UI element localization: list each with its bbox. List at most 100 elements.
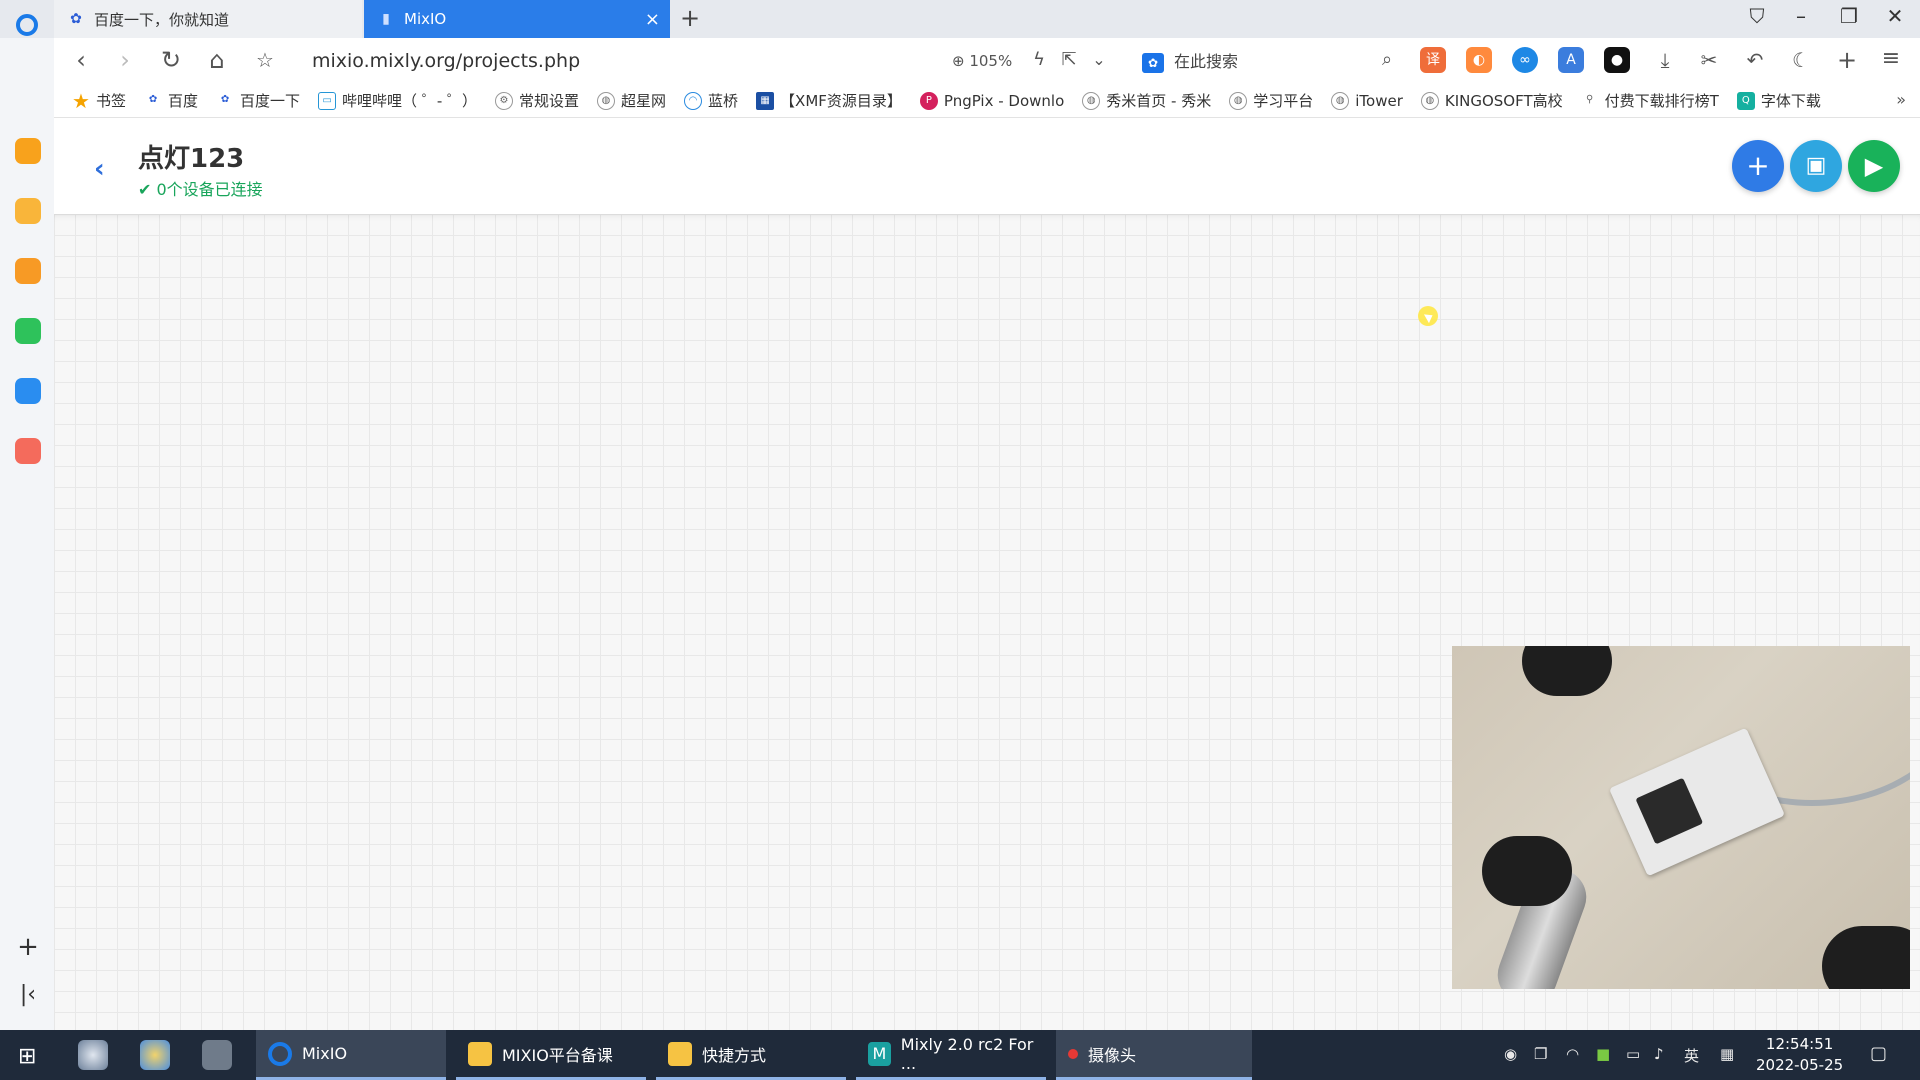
bookmark-label: 书签 <box>96 92 127 110</box>
search-box[interactable]: ✿ 在此搜索 <box>1142 48 1238 73</box>
pngpix-icon: P <box>919 91 938 110</box>
bookmark-item[interactable]: ◍ 学习平台 <box>1229 90 1313 111</box>
night-mode-icon[interactable]: ☾ <box>1786 48 1816 72</box>
check-circle-icon: ✔ <box>138 180 157 199</box>
microcontroller-chip <box>1635 777 1704 845</box>
pinned-paint-icon[interactable] <box>140 1040 170 1070</box>
browser-logo-icon[interactable] <box>16 14 38 36</box>
task-label: 快捷方式 <box>702 1045 767 1065</box>
bookmark-item[interactable]: ◍ 秀米首页 - 秀米 <box>1082 90 1211 111</box>
bookmark-item[interactable]: Q 字体下载 <box>1736 90 1821 111</box>
bookmark-item[interactable]: ⚲ 付费下载排行榜T <box>1581 90 1719 111</box>
tab-baidu[interactable]: ✿ 百度一下，你就知道 <box>54 0 362 38</box>
taskbar-item-mixly[interactable]: M Mixly 2.0 rc2 For ... <box>856 1030 1046 1080</box>
volume-icon[interactable]: ♪ <box>1654 1045 1664 1063</box>
save-button[interactable]: ▣ <box>1790 140 1842 192</box>
bookmark-label: KINGOSOFT高校 <box>1444 92 1563 110</box>
ime-indicator[interactable]: 英 <box>1684 1045 1699 1066</box>
battery-icon[interactable]: ▭ <box>1626 1045 1640 1063</box>
search-app-icon[interactable] <box>15 258 41 284</box>
add-button[interactable]: + <box>1732 140 1784 192</box>
notification-icon[interactable]: ▢ <box>1870 1043 1887 1064</box>
bookmark-item[interactable]: ◠ 蓝桥 <box>684 90 738 111</box>
restore-icon[interactable]: ❐ <box>1834 4 1864 28</box>
search-icon[interactable]: ⌕ <box>1372 49 1402 70</box>
collapse-sidebar-icon[interactable]: |‹ <box>14 982 42 1007</box>
baidu-paw-icon: ✿ <box>148 93 158 105</box>
zoom-indicator[interactable]: ⊕ 105% <box>952 52 1012 70</box>
search-engine-icon[interactable]: ✿ <box>1142 52 1164 73</box>
forward-arrow-icon[interactable]: › <box>110 46 140 74</box>
browser-icon <box>268 1041 292 1066</box>
scissors-icon[interactable]: ✂ <box>1694 48 1724 72</box>
taskbar-item-camera[interactable]: 摄像头 <box>1056 1030 1252 1080</box>
task-label: MixIO <box>302 1044 348 1063</box>
home-icon[interactable]: ⌂ <box>202 46 232 74</box>
back-arrow-icon[interactable]: ‹ <box>66 46 96 74</box>
incognito-ext-icon[interactable]: ● <box>1604 47 1630 73</box>
new-tab-icon[interactable]: + <box>680 4 700 32</box>
component-canvas[interactable]: › ▦ 数据 ⬡ 组件 </> 逻辑 <box>54 214 1920 1080</box>
tab-title: MixIO <box>404 10 447 28</box>
plus-icon[interactable]: + <box>1832 46 1862 74</box>
tuning-fork-icon: ⚲ <box>1585 93 1594 105</box>
play-icon: ▶ <box>1864 152 1884 180</box>
run-button[interactable]: ▶ <box>1848 140 1900 192</box>
download-icon[interactable]: ⤓ <box>1650 48 1680 72</box>
back-chevron-icon[interactable]: ‹ <box>94 154 105 184</box>
taskbar-item-shortcuts[interactable]: 快捷方式 <box>656 1030 846 1080</box>
bookmark-item[interactable]: ★ 书签 <box>72 90 126 111</box>
clock-date: 2022-05-25 <box>1756 1056 1844 1074</box>
bookmark-item[interactable]: ▭ 哔哩哔哩（ ゜- ゜） <box>318 90 477 111</box>
infinity-ext-icon[interactable]: ∞ <box>1512 47 1538 73</box>
bookmark-item[interactable]: ◍ KINGOSOFT高校 <box>1420 90 1563 111</box>
menu-icon[interactable]: ≡ <box>1876 46 1906 71</box>
image-app-icon[interactable] <box>15 438 41 464</box>
share-icon[interactable]: ⇱ <box>1054 49 1084 70</box>
tab-close-icon[interactable]: × <box>645 9 660 30</box>
shirt-skin-icon[interactable]: ⛉ <box>1742 4 1772 28</box>
favorite-star-icon[interactable]: ☆ <box>250 48 280 72</box>
keyboard-icon[interactable]: ▦ <box>1720 1045 1734 1063</box>
translate-ext-icon[interactable]: 译 <box>1420 47 1446 73</box>
add-sidebar-app-icon[interactable]: + <box>14 932 42 962</box>
calculator-icon[interactable] <box>202 1040 232 1070</box>
minimize-icon[interactable]: – <box>1786 4 1816 28</box>
bookmark-item[interactable]: ▦ 【XMF资源目录】 <box>756 90 902 111</box>
reload-icon[interactable]: ↻ <box>156 46 186 74</box>
tray-window-icon[interactable]: ❐ <box>1534 1045 1547 1063</box>
mixio-tab-icon: ▮ <box>382 11 390 27</box>
windows-start-icon[interactable]: ⊞ <box>18 1044 36 1069</box>
chevron-down-icon[interactable]: ⌄ <box>1084 50 1114 69</box>
bookmark-item[interactable]: ◍ 超星网 <box>597 90 666 111</box>
taskbar-item-mixio[interactable]: MixIO <box>256 1030 446 1080</box>
wifi-icon[interactable]: ◠ <box>1566 1045 1579 1063</box>
address-bar: ‹ › ↻ ⌂ ☆ mixio.mixly.org/projects.php ⊕… <box>54 38 1920 84</box>
tab-mixio[interactable]: ▮ MixIO × <box>364 0 670 38</box>
bookmark-label: 超星网 <box>621 92 667 110</box>
pinned-app-icon[interactable] <box>78 1040 108 1070</box>
bookmark-item[interactable]: ◍ iTower <box>1331 91 1403 110</box>
undo-icon[interactable]: ↶ <box>1740 48 1770 72</box>
url-field[interactable]: mixio.mixly.org/projects.php <box>312 50 580 72</box>
bookmark-item[interactable]: P PngPix - Downlo <box>919 91 1064 110</box>
system-clock[interactable]: 12:54:51 2022-05-25 <box>1756 1034 1843 1076</box>
wechat-app-icon[interactable] <box>15 318 41 344</box>
translate-a-ext-icon[interactable]: A <box>1558 47 1584 73</box>
bookmark-item[interactable]: ✿ 百度 <box>144 90 198 111</box>
lightning-icon[interactable]: ϟ <box>1024 49 1054 70</box>
bookmark-label: 常规设置 <box>519 92 580 110</box>
folder-app-icon[interactable] <box>15 198 41 224</box>
notes-app-icon[interactable] <box>15 138 41 164</box>
store-app-icon[interactable] <box>15 378 41 404</box>
close-window-icon[interactable]: ✕ <box>1880 4 1910 28</box>
tray-app-icon[interactable]: ◉ <box>1504 1045 1517 1063</box>
bookmark-item[interactable]: ✿ 百度一下 <box>216 90 300 111</box>
nvidia-icon[interactable]: ■ <box>1596 1045 1610 1063</box>
mixly-icon: M <box>868 1041 891 1066</box>
taskbar-item-folder[interactable]: MIXIO平台备课 <box>456 1030 646 1080</box>
game-ext-icon[interactable]: ◐ <box>1466 47 1492 73</box>
double-chevron-right-icon[interactable]: » <box>1896 90 1906 109</box>
bookmark-item[interactable]: ⚙ 常规设置 <box>495 90 579 111</box>
bilibili-tv-icon: ▭ <box>318 91 337 110</box>
